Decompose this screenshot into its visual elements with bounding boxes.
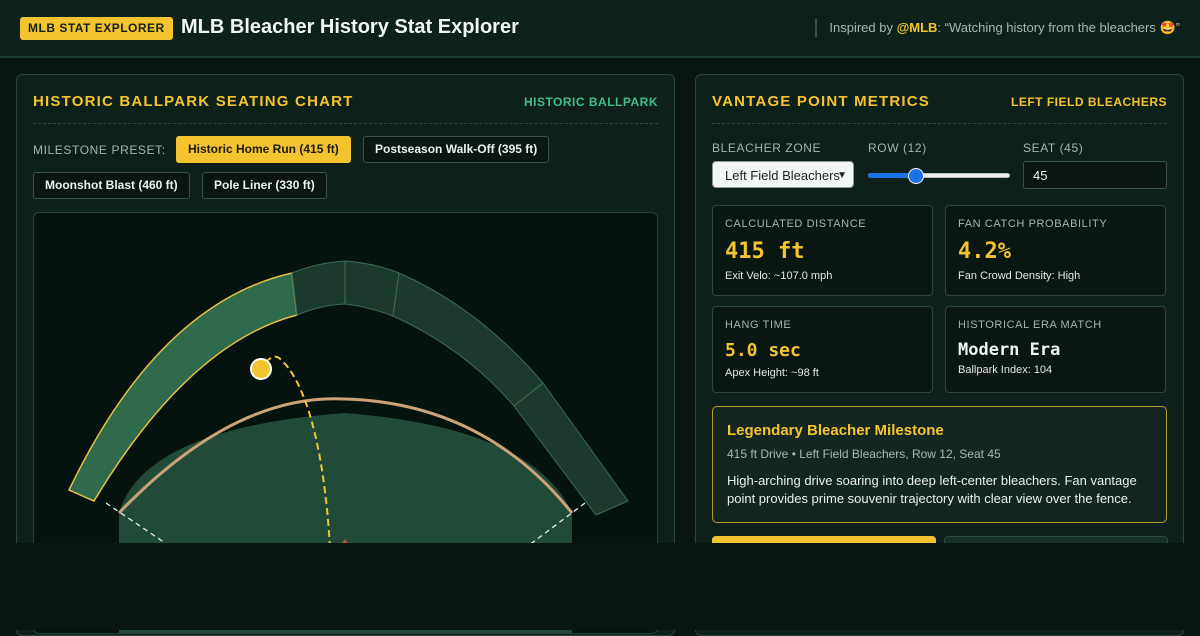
distance-value: 415 ft [725, 239, 805, 264]
bleacher-zone-value: Left Field Bleachers [725, 168, 840, 183]
catch-probability-card: FAN CATCH PROBABILITY 4.2% Fan Crowd Den… [945, 205, 1166, 296]
catch-probability-value: 4.2% [958, 239, 1011, 264]
mlb-handle-link[interactable]: @MLB [897, 20, 938, 35]
app-title: MLB Bleacher History Stat Explorer [181, 16, 519, 38]
milestone-description: High-arching drive soaring into deep lef… [727, 473, 1137, 506]
milestone-meta: 415 ft Drive • Left Field Bleachers, Row… [727, 447, 1001, 461]
bleacher-section-right-center[interactable] [392, 272, 544, 407]
row-slider[interactable] [868, 168, 1010, 184]
era-match-label: HISTORICAL ERA MATCH [958, 319, 1102, 331]
zone-tag: LEFT FIELD BLEACHERS [1011, 95, 1167, 109]
seat-input[interactable]: 45 [1023, 161, 1167, 189]
ballpark-tag: HISTORIC BALLPARK [523, 95, 658, 109]
landing-point-marker[interactable] [250, 358, 272, 380]
milestone-title: Legendary Bleacher Milestone [727, 422, 944, 439]
vantage-metrics-title: VANTAGE POINT METRICS [712, 93, 930, 110]
bleacher-zone-select[interactable]: Left Field Bleachers ▼ [712, 161, 854, 188]
apex-height-text: Apex Height: ~98 ft [725, 367, 819, 379]
era-match-card: HISTORICAL ERA MATCH Modern Era Ballpark… [945, 306, 1166, 393]
top-bar: MLB STAT EXPLORER MLB Bleacher History S… [0, 0, 1200, 58]
era-match-value: Modern Era [958, 340, 1061, 360]
preset-postseason-walk-off[interactable]: Postseason Walk-Off (395 ft) [363, 136, 550, 163]
hang-time-label: HANG TIME [725, 319, 792, 331]
distance-label: CALCULATED DISTANCE [725, 218, 867, 230]
inspired-prefix: Inspired by [829, 20, 897, 35]
ballpark-index-text: Ballpark Index: 104 [958, 364, 1053, 376]
chevron-down-icon: ▼ [837, 170, 847, 181]
milestone-card: Legendary Bleacher Milestone 415 ft Driv… [712, 406, 1167, 523]
preset-historic-home-run[interactable]: Historic Home Run (415 ft) [176, 136, 351, 163]
app-badge: MLB STAT EXPLORER [20, 17, 173, 40]
bleacher-zone-label: BLEACHER ZONE [712, 141, 822, 155]
bleacher-section-left-center[interactable] [291, 260, 346, 316]
preset-pole-liner[interactable]: Pole Liner (330 ft) [202, 172, 327, 199]
viewport-edge [0, 543, 1200, 630]
catch-probability-label: FAN CATCH PROBABILITY [958, 218, 1108, 230]
hang-time-value: 5.0 sec [725, 340, 801, 361]
row-slider-thumb[interactable] [907, 168, 924, 184]
hang-time-card: HANG TIME 5.0 sec Apex Height: ~98 ft [712, 306, 933, 393]
seating-chart-title: HISTORIC BALLPARK SEATING CHART [33, 93, 354, 110]
distance-card: CALCULATED DISTANCE 415 ft Exit Velo: ~1… [712, 205, 933, 296]
bleacher-section-center[interactable] [344, 260, 400, 317]
vantage-metrics-header: VANTAGE POINT METRICS LEFT FIELD BLEACHE… [712, 93, 1167, 124]
inspired-by-note: Inspired by @MLB: “Watching history from… [815, 19, 1180, 37]
crowd-density-text: Fan Crowd Density: High [958, 270, 1081, 282]
preset-moonshot-blast[interactable]: Moonshot Blast (460 ft) [33, 172, 190, 199]
preset-label: MILESTONE PRESET: [33, 143, 166, 157]
inspired-quote: : “Watching history from the bleachers 🤩… [937, 20, 1180, 35]
row-label: ROW (12) [868, 141, 927, 155]
seating-chart-header: HISTORIC BALLPARK SEATING CHART HISTORIC… [33, 93, 658, 124]
seat-label: SEAT (45) [1023, 141, 1084, 155]
exit-velo-text: Exit Velo: ~107.0 mph [725, 270, 833, 282]
